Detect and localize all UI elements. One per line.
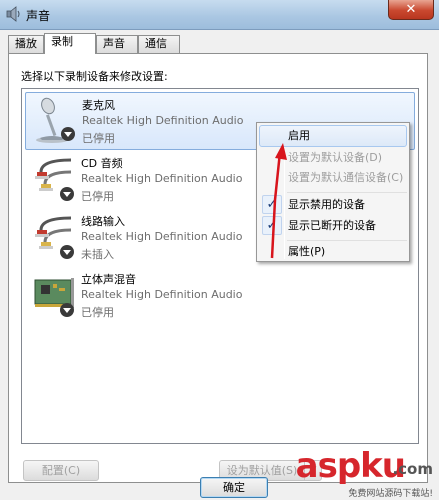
dialog-body: 播放 录制 声音 通信 选择以下录制设备来修改设置: 麦克风 Realtek H… — [0, 30, 439, 500]
watermark-domain: .com — [392, 460, 433, 478]
watermark-tagline: 免费网站源码下载站! — [348, 489, 433, 499]
device-name: 麦克风 — [82, 99, 115, 112]
device-status: 已停用 — [82, 132, 115, 145]
menu-item-label: 设置为默认通信设备(C) — [288, 171, 404, 184]
tab-sounds[interactable]: 声音 — [96, 35, 138, 53]
watermark-logo: aspku .com 免费网站源码下载站! — [285, 446, 435, 500]
microphone-icon — [36, 97, 75, 143]
menu-item-show-disconnected[interactable]: ✓ 显示已断开的设备 — [259, 215, 407, 237]
watermark-brand: aspku — [295, 446, 406, 486]
sound-card-icon — [34, 278, 74, 317]
menu-item-enable[interactable]: 启用 — [259, 125, 407, 147]
device-driver: Realtek High Definition Audio — [81, 230, 243, 243]
menu-item-label: 启用 — [288, 129, 310, 142]
menu-item-set-default-device[interactable]: 设置为默认设备(D) — [259, 147, 407, 169]
device-driver: Realtek High Definition Audio — [81, 288, 243, 301]
title-bar[interactable]: 声音 ✕ — [0, 0, 439, 30]
window-title: 声音 — [26, 9, 51, 23]
device-status: 已停用 — [81, 306, 114, 319]
menu-separator — [287, 192, 407, 193]
menu-item-show-disabled[interactable]: ✓ 显示禁用的设备 — [259, 194, 407, 216]
device-status: 已停用 — [81, 190, 114, 203]
instruction-text: 选择以下录制设备来修改设置: — [21, 70, 168, 83]
menu-item-properties[interactable]: 属性(P) — [259, 241, 407, 263]
device-status: 未插入 — [81, 248, 114, 261]
close-button[interactable]: ✕ — [388, 0, 434, 20]
ok-button[interactable]: 确定 — [200, 477, 268, 498]
device-name: 线路输入 — [81, 215, 125, 228]
tab-playback[interactable]: 播放 — [8, 35, 44, 53]
menu-item-label: 显示已断开的设备 — [288, 219, 376, 232]
context-menu: 启用 设置为默认设备(D) 设置为默认通信设备(C) ✓ 显示禁用的设备 ✓ 显… — [256, 122, 410, 262]
device-name: 立体声混音 — [81, 273, 136, 286]
device-driver: Realtek High Definition Audio — [81, 172, 243, 185]
recording-panel: 选择以下录制设备来修改设置: 麦克风 Realtek High Definiti… — [8, 53, 428, 483]
device-name: CD 音频 — [81, 157, 123, 170]
speaker-icon — [6, 6, 20, 22]
menu-item-set-default-comm-device[interactable]: 设置为默认通信设备(C) — [259, 167, 407, 189]
rca-cable-icon — [35, 216, 74, 259]
device-driver: Realtek High Definition Audio — [82, 114, 244, 127]
checkmark-icon: ✓ — [262, 195, 282, 214]
menu-item-label: 设置为默认设备(D) — [288, 151, 383, 164]
menu-item-label: 显示禁用的设备 — [288, 198, 365, 211]
tab-communications[interactable]: 通信 — [138, 35, 180, 53]
configure-button[interactable]: 配置(C) — [23, 460, 99, 481]
device-item-stereo-mix[interactable]: 立体声混音 Realtek High Definition Audio 已停用 — [25, 267, 415, 325]
menu-item-label: 属性(P) — [288, 245, 326, 258]
checkmark-icon: ✓ — [262, 216, 282, 235]
rca-cable-icon — [35, 158, 74, 201]
tab-recording[interactable]: 录制 — [44, 33, 96, 54]
